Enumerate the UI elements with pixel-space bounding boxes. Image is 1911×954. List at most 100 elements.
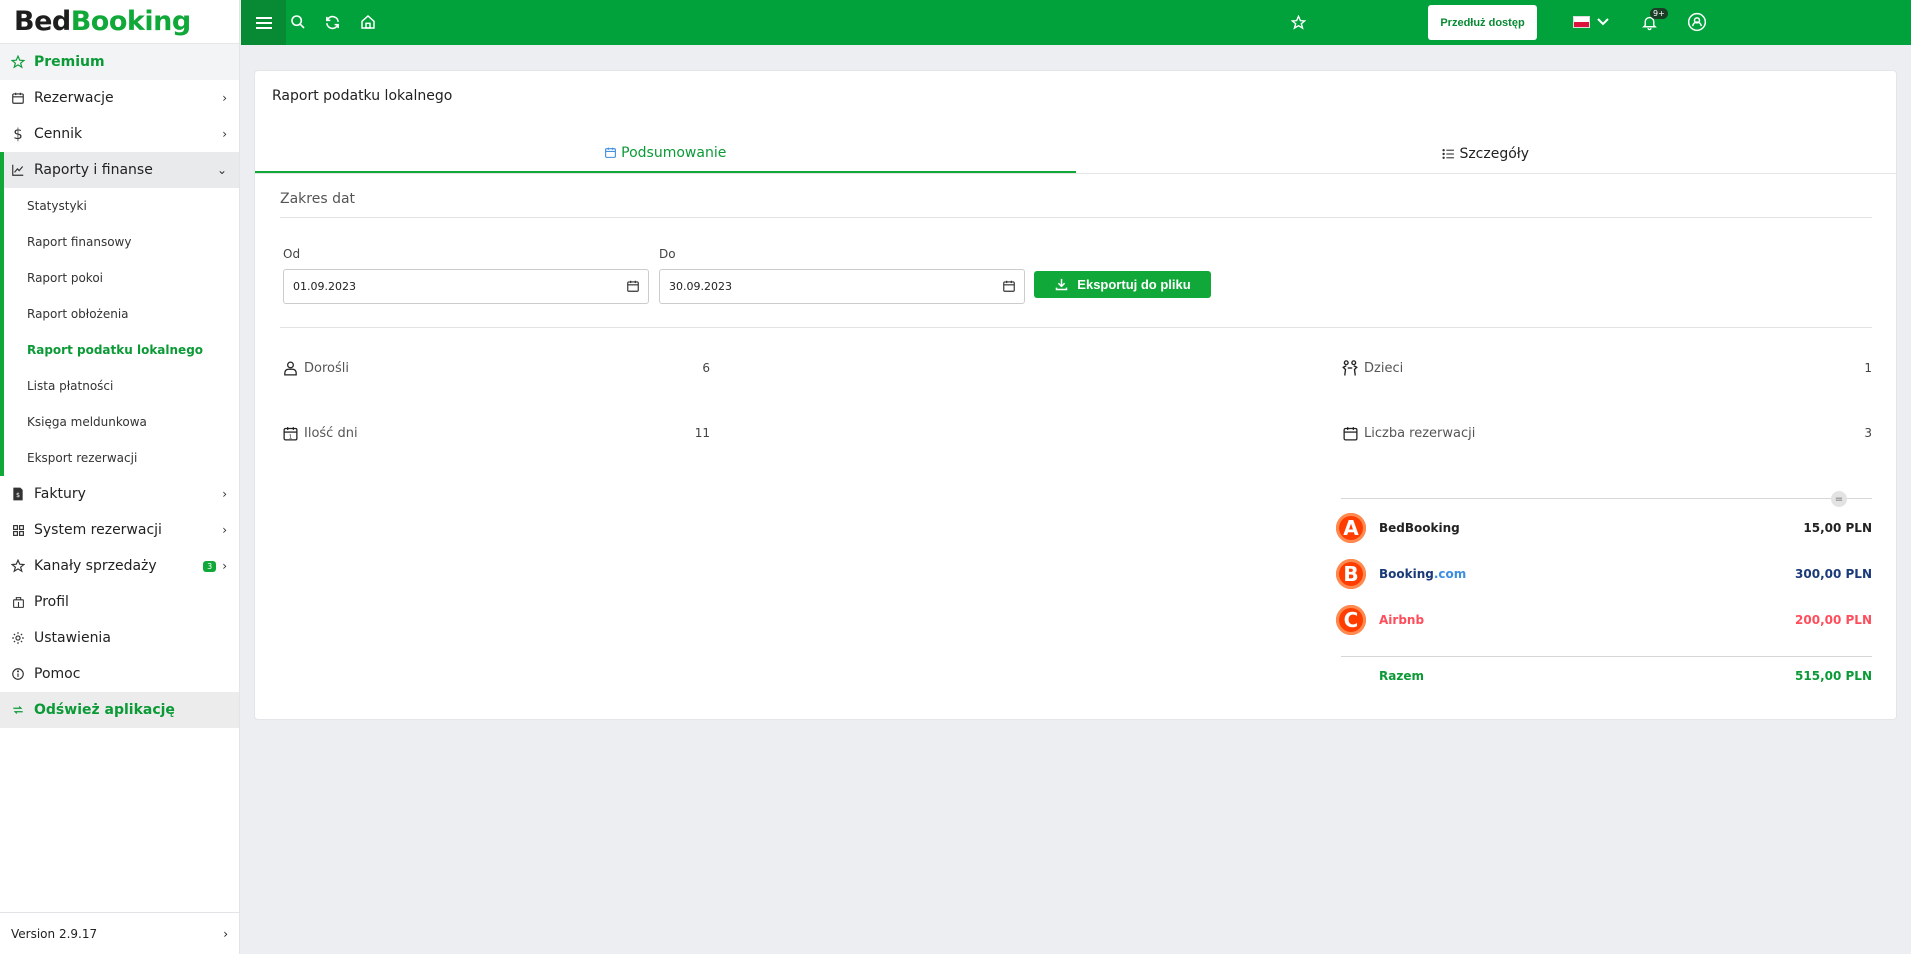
menu-toggle-button[interactable] [241, 0, 286, 45]
home-button[interactable] [358, 12, 378, 32]
sidebar-item-label: Profil [34, 594, 69, 610]
brand-logo[interactable]: Bed Booking [0, 0, 239, 44]
sidebar-item-help[interactable]: Pomoc [0, 656, 239, 692]
sidebar-item-sales-channels[interactable]: Kanały sprzedaży 3 › [0, 548, 239, 584]
calendar-icon[interactable] [626, 279, 640, 296]
extend-access-button[interactable]: Przedłuż dostęp [1428, 5, 1537, 40]
star-icon [1290, 14, 1306, 30]
sidebar-subitem-reservations-export[interactable]: Eksport rezerwacji [0, 440, 239, 476]
reservations-value: 3 [1864, 426, 1872, 440]
reservations-stat: Liczba rezerwacji [1340, 422, 1475, 444]
building-icon [10, 594, 26, 610]
date-range-title: Zakres dat [280, 191, 356, 207]
tabs: Podsumowanie Szczegóły [255, 134, 1896, 174]
sidebar-item-pricing[interactable]: $ Cennik › [0, 116, 239, 152]
refresh-icon [10, 702, 26, 718]
invoice-icon: $ [10, 486, 26, 502]
adults-label: Dorośli [304, 360, 349, 376]
to-date-input[interactable]: 30.09.2023 [659, 269, 1025, 304]
sidebar-item-invoices[interactable]: $ Faktury › [0, 476, 239, 512]
sidebar-item-label: Pomoc [34, 666, 81, 682]
user-icon [1687, 12, 1707, 32]
days-value: 11 [694, 426, 710, 440]
notification-badge: 9+ [1650, 8, 1668, 19]
sidebar: Bed Booking Premium Rezerwacje › $ Cennik… [0, 0, 240, 954]
language-dropdown[interactable] [1593, 12, 1613, 32]
from-date-input[interactable]: 01.09.2023 [283, 269, 649, 304]
search-icon [291, 15, 305, 29]
sync-icon [325, 15, 339, 29]
sidebar-item-settings[interactable]: Ustawienia [0, 620, 239, 656]
calendar-one-icon: 1 [280, 423, 300, 443]
chevron-right-icon: › [222, 91, 227, 105]
calendar-icon [1340, 423, 1360, 443]
calendar-icon [10, 90, 26, 106]
sidebar-subitem-payments-list[interactable]: Lista płatności [0, 368, 239, 404]
equals-icon[interactable]: = [1831, 491, 1847, 507]
brand-part2: Booking [70, 6, 191, 37]
channel-logo-a: A [1336, 513, 1366, 543]
days-stat: 1 Ilość dni [280, 422, 358, 444]
brand-part1: Bed [14, 6, 71, 37]
sidebar-item-reports[interactable]: Raporty i finanse ⌄ [0, 152, 239, 188]
from-date-value: 01.09.2023 [293, 280, 356, 293]
sidebar-subitem-occupancy-report[interactable]: Raport obłożenia [0, 296, 239, 332]
channel-row-airbnb: C Airbnb 200,00 PLN [1336, 604, 1872, 636]
sidebar-item-booking-system[interactable]: System rezerwacji › [0, 512, 239, 548]
user-button[interactable] [1687, 12, 1707, 32]
sidebar-item-premium[interactable]: Premium [0, 44, 239, 80]
sidebar-item-label: Premium [34, 54, 105, 70]
page-title: Raport podatku lokalnego [272, 88, 453, 104]
version-label: Version 2.9.17 [11, 926, 98, 941]
channel-amount: 200,00 PLN [1795, 613, 1872, 627]
version-footer[interactable]: Version 2.9.17 › [0, 912, 240, 954]
tab-label: Szczegóły [1459, 145, 1530, 162]
to-date-value: 30.09.2023 [669, 280, 732, 293]
home-icon [361, 15, 375, 29]
chart-line-icon [10, 162, 26, 178]
download-icon [1054, 277, 1069, 292]
adults-icon [280, 358, 300, 378]
sidebar-item-label: Odśwież aplikację [34, 702, 175, 718]
sidebar-subitem-local-tax-report[interactable]: Raport podatku lokalnego [0, 332, 239, 368]
sidebar-item-refresh-app[interactable]: Odśwież aplikację [0, 692, 239, 728]
calendar-icon[interactable] [1002, 279, 1016, 296]
dollar-icon: $ [13, 125, 23, 143]
sidebar-subitem-statistics[interactable]: Statystyki [0, 188, 239, 224]
channel-logo-b: B [1336, 559, 1366, 589]
export-to-file-button[interactable]: Eksportuj do pliku [1034, 271, 1211, 298]
channel-name: Airbnb [1379, 613, 1425, 627]
channel-name-suffix: .com [1433, 567, 1467, 581]
tab-details[interactable]: Szczegóły [1076, 134, 1897, 173]
sidebar-item-label: Rezerwacje [34, 90, 114, 106]
channel-amount: 300,00 PLN [1795, 567, 1872, 581]
children-icon [1340, 358, 1360, 378]
favorites-button[interactable] [1288, 12, 1308, 32]
chevron-right-icon: › [222, 559, 227, 573]
sidebar-item-label: Kanały sprzedaży [34, 558, 157, 574]
children-stat: Dzieci [1340, 357, 1403, 379]
sidebar-subitem-rooms-report[interactable]: Raport pokoi [0, 260, 239, 296]
adults-value: 6 [702, 361, 710, 375]
sync-button[interactable] [322, 12, 342, 32]
days-label: Ilość dni [304, 425, 358, 441]
sidebar-subitem-financial-report[interactable]: Raport finansowy [0, 224, 239, 260]
sidebar-item-label: Faktury [34, 486, 86, 502]
sidebar-item-label: Ustawienia [34, 630, 111, 646]
polish-flag-icon[interactable] [1573, 16, 1590, 28]
sales-channels-badge: 3 [203, 560, 217, 572]
report-card: Raport podatku lokalnego Podsumowanie Sz… [254, 70, 1897, 720]
sidebar-item-reservations[interactable]: Rezerwacje › [0, 80, 239, 116]
adults-stat: Dorośli [280, 357, 349, 379]
tab-summary[interactable]: Podsumowanie [255, 134, 1076, 173]
sidebar-item-profile[interactable]: Profil [0, 584, 239, 620]
sidebar-item-label: Cennik [34, 126, 83, 142]
channel-row-booking: B Booking.com 300,00 PLN [1336, 558, 1872, 590]
search-button[interactable] [288, 12, 308, 32]
total-row: Razem 515,00 PLN [1379, 669, 1872, 683]
from-label: Od [283, 247, 301, 261]
star-icon [10, 54, 26, 70]
export-button-label: Eksportuj do pliku [1077, 277, 1191, 292]
calendar-icon [604, 146, 617, 159]
sidebar-subitem-guest-book[interactable]: Księga meldunkowa [0, 404, 239, 440]
